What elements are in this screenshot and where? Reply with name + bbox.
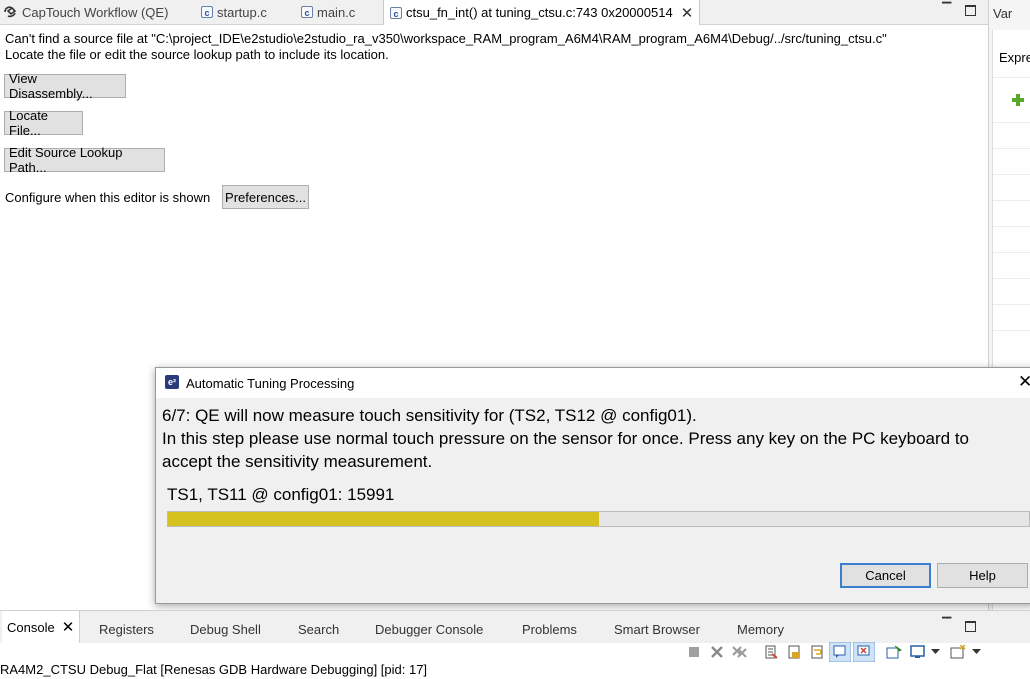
- step-description: 6/7: QE will now measure touch sensitivi…: [162, 406, 697, 425]
- console-launch-status: RA4M2_CTSU Debug_Flat [Renesas GDB Hardw…: [0, 662, 428, 677]
- chevron-down-icon[interactable]: [931, 649, 940, 655]
- remove-all-icon[interactable]: [732, 645, 748, 659]
- tab-label: main.c: [317, 4, 356, 20]
- pin-console-icon[interactable]: [886, 645, 902, 659]
- tuning-progress-bar: [167, 511, 1030, 527]
- editor-tab-bar: CapTouch Workflow (QE) c startup.c c mai…: [0, 0, 988, 25]
- locate-file-button[interactable]: Locate File...: [4, 108, 83, 138]
- tab-startup-c[interactable]: c startup.c: [201, 0, 267, 24]
- console-tab-bar: Console ✕ Registers Debug Shell Search D…: [0, 610, 1030, 643]
- c-file-icon: c: [390, 6, 402, 19]
- display-console-icon[interactable]: [910, 645, 926, 659]
- captouch-icon: [4, 6, 17, 18]
- view-disassembly-button[interactable]: View Disassembly...: [4, 71, 126, 101]
- clear-console-icon[interactable]: [764, 645, 778, 659]
- expressions-header: Expre: [999, 50, 1030, 65]
- progress-fill: [168, 512, 599, 526]
- console-toolbar: [0, 642, 1030, 660]
- automatic-tuning-dialog: e² Automatic Tuning Processing ✕ 6/7: QE…: [155, 367, 1030, 604]
- dialog-title-bar[interactable]: e² Automatic Tuning Processing ✕: [156, 368, 1030, 398]
- configure-editor-text: Configure when this editor is shown: [5, 190, 211, 205]
- close-tab-icon[interactable]: ✕: [681, 4, 694, 22]
- instruction-line-2: accept the sensitivity measurement.: [162, 452, 433, 471]
- measurement-value: TS1, TS11 @ config01: 15991: [167, 485, 395, 504]
- tab-label: ctsu_fn_int() at tuning_ctsu.c:743 0x200…: [406, 5, 673, 20]
- tab-variables[interactable]: Var: [993, 6, 1012, 21]
- tab-captouch-workflow[interactable]: CapTouch Workflow (QE): [3, 0, 168, 24]
- open-console-icon[interactable]: [950, 645, 966, 659]
- terminate-icon[interactable]: [688, 646, 700, 658]
- locate-hint-message: Locate the file or edit the source looku…: [5, 47, 389, 62]
- remove-launch-icon[interactable]: [710, 645, 724, 659]
- tab-problems[interactable]: Problems: [522, 622, 577, 637]
- word-wrap-icon[interactable]: [810, 645, 824, 659]
- tab-debugger-console[interactable]: Debugger Console: [375, 622, 483, 637]
- help-button[interactable]: Help: [937, 563, 1028, 588]
- tab-label: CapTouch Workflow (QE): [22, 4, 169, 20]
- cancel-button[interactable]: Cancel: [840, 563, 931, 588]
- source-not-found-message: Can't find a source file at "C:\project_…: [5, 31, 887, 46]
- chevron-down-icon[interactable]: [972, 649, 981, 655]
- close-icon[interactable]: ✕: [1018, 372, 1030, 392]
- maximize-icon[interactable]: [965, 621, 976, 635]
- minimize-icon[interactable]: ▔: [942, 617, 951, 631]
- dialog-title: Automatic Tuning Processing: [186, 376, 355, 391]
- e2studio-icon: e²: [165, 375, 179, 389]
- scroll-lock-icon[interactable]: [787, 645, 801, 659]
- tab-main-c[interactable]: c main.c: [301, 0, 355, 24]
- show-console-on-error-icon[interactable]: [853, 642, 875, 662]
- tab-memory[interactable]: Memory: [737, 622, 784, 637]
- show-console-on-output-icon[interactable]: [829, 642, 851, 662]
- add-expression-icon[interactable]: [1011, 93, 1025, 107]
- tab-registers[interactable]: Registers: [99, 622, 154, 637]
- tab-smart-browser[interactable]: Smart Browser: [614, 622, 700, 637]
- close-tab-icon[interactable]: ✕: [62, 618, 75, 636]
- c-file-icon: c: [201, 6, 213, 18]
- tab-ctsu-fn-int[interactable]: c ctsu_fn_int() at tuning_ctsu.c:743 0x2…: [383, 0, 701, 25]
- minimize-icon[interactable]: ▔: [942, 2, 951, 16]
- tab-label: startup.c: [217, 4, 267, 20]
- maximize-icon[interactable]: [965, 5, 976, 19]
- edit-source-lookup-button[interactable]: Edit Source Lookup Path...: [4, 145, 165, 175]
- tab-console[interactable]: Console ✕: [2, 611, 81, 643]
- tab-search[interactable]: Search: [298, 622, 339, 637]
- preferences-button[interactable]: Preferences...: [222, 185, 309, 209]
- tab-label: Console: [7, 619, 55, 635]
- tab-debug-shell[interactable]: Debug Shell: [190, 622, 261, 637]
- instruction-line-1: In this step please use normal touch pre…: [162, 429, 970, 448]
- c-file-icon: c: [301, 6, 313, 18]
